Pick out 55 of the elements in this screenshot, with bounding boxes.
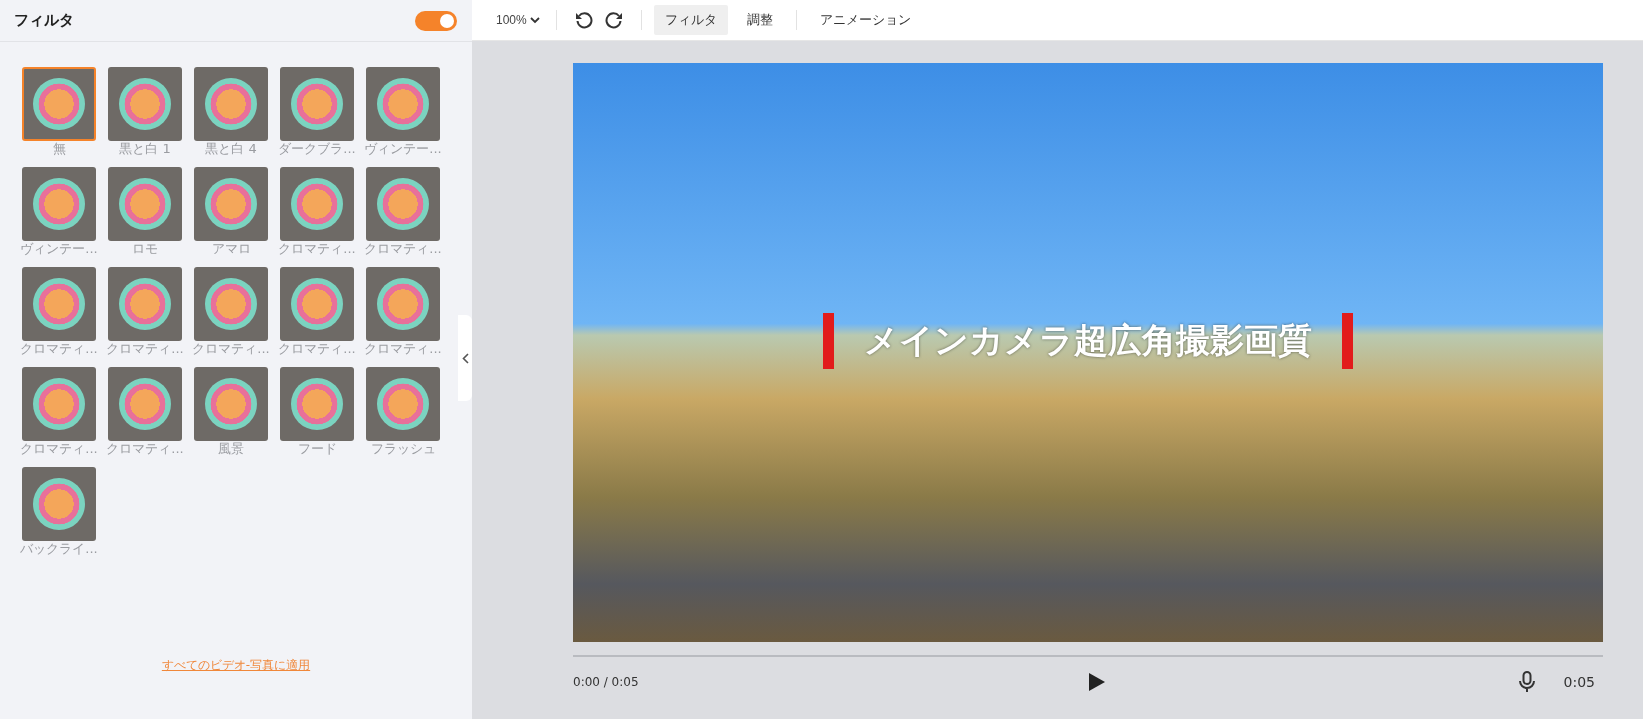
collapse-panel-handle[interactable] xyxy=(458,315,472,401)
filter-label: クロマティ... xyxy=(19,441,99,457)
filter-label: 風景 xyxy=(217,441,245,457)
video-caption: メインカメラ超広角撮影画質 xyxy=(863,319,1313,362)
editor-tab[interactable]: フィルタ xyxy=(653,5,728,35)
filter-thumbnail[interactable] xyxy=(280,267,354,341)
filter-label: クロマティ... xyxy=(363,341,443,357)
filter-label: アマロ xyxy=(210,241,252,257)
filter-label: クロマティ... xyxy=(277,341,357,357)
filter-label: フード xyxy=(296,441,338,457)
filter-thumbnail[interactable] xyxy=(366,167,440,241)
filter-thumbnail[interactable] xyxy=(280,67,354,141)
filter-label: クロマティ... xyxy=(19,341,99,357)
filter-label: クロマティ... xyxy=(277,241,357,257)
filter-label: バックライ... xyxy=(19,541,99,557)
filter-thumbnail[interactable] xyxy=(22,167,96,241)
filter-label: ダークブラ... xyxy=(277,141,357,157)
filter-thumbnail[interactable] xyxy=(22,467,96,541)
filter-label: フラッシュ xyxy=(369,441,437,457)
filter-label: クロマティ... xyxy=(105,441,185,457)
filter-label: ロモ xyxy=(131,241,159,257)
filter-label: クロマティ... xyxy=(191,341,271,357)
filter-thumbnail[interactable] xyxy=(280,367,354,441)
filter-thumbnail[interactable] xyxy=(194,267,268,341)
filter-thumbnail[interactable] xyxy=(366,267,440,341)
filter-thumbnail[interactable] xyxy=(366,367,440,441)
filter-label: 黒と白 4 xyxy=(204,141,258,157)
filter-label: ヴィンテー... xyxy=(19,241,99,257)
filter-thumbnail[interactable] xyxy=(366,67,440,141)
filter-toggle[interactable] xyxy=(415,10,457,31)
filter-thumbnail[interactable] xyxy=(194,67,268,141)
filter-label: クロマティ... xyxy=(105,341,185,357)
filter-thumbnail[interactable] xyxy=(280,167,354,241)
filter-thumbnail[interactable] xyxy=(108,67,182,141)
filter-label: 黒と白 1 xyxy=(118,141,172,157)
filter-thumbnail[interactable] xyxy=(108,167,182,241)
filter-thumbnail[interactable] xyxy=(22,367,96,441)
filter-thumbnail[interactable] xyxy=(22,267,96,341)
caption-marker xyxy=(1342,313,1353,369)
zoom-dropdown[interactable]: 100% xyxy=(492,9,544,31)
filter-thumbnail[interactable] xyxy=(22,67,96,141)
panel-title: フィルタ xyxy=(14,11,74,30)
filter-thumbnail[interactable] xyxy=(108,367,182,441)
filter-thumbnail[interactable] xyxy=(194,367,268,441)
caption-marker xyxy=(823,313,834,369)
editor-tab[interactable]: 調整 xyxy=(735,5,784,35)
filter-label: 無 xyxy=(51,141,67,157)
chevron-down-icon xyxy=(529,16,540,24)
filter-thumbnail[interactable] xyxy=(108,267,182,341)
filter-label: ヴィンテー... xyxy=(363,141,443,157)
filter-label: クロマティ... xyxy=(363,241,443,257)
editor-tab[interactable]: アニメーション xyxy=(808,5,922,35)
video-duration: 0:05 xyxy=(1563,674,1595,690)
playback-time: 0:00 / 0:05 xyxy=(573,675,640,689)
filter-thumbnail[interactable] xyxy=(194,167,268,241)
